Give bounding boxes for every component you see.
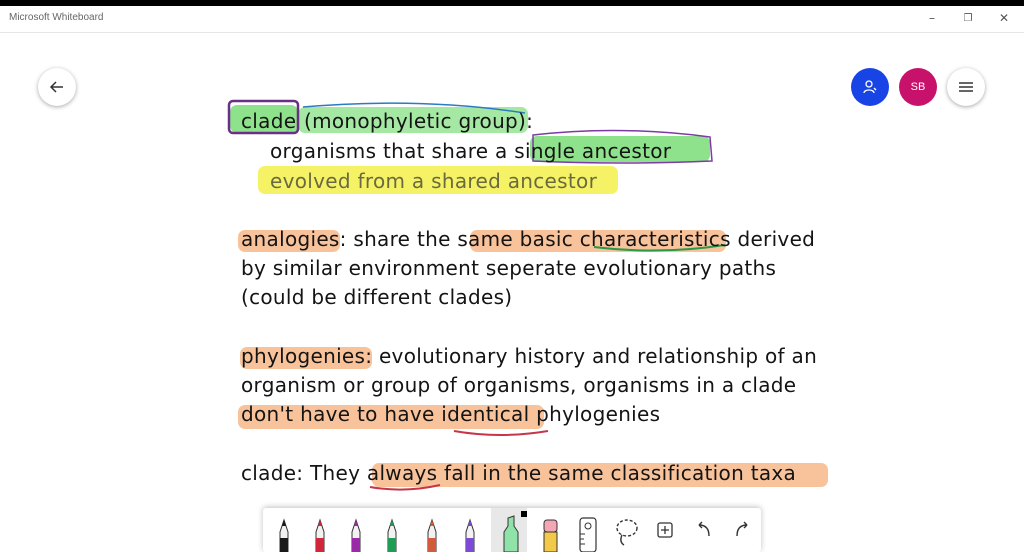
highlighter-icon[interactable] <box>493 512 527 552</box>
restore-icon: ❐ <box>963 12 973 24</box>
ink-line-similar-env: by similar environment seperate evolutio… <box>241 256 777 280</box>
eraser-icon[interactable] <box>533 512 567 552</box>
redo-icon[interactable] <box>725 512 759 552</box>
close-icon: ✕ <box>998 11 1010 25</box>
minimize-button[interactable]: – <box>914 6 950 30</box>
pen-violet-icon[interactable] <box>453 512 487 552</box>
ink-line-different-clades: (could be different clades) <box>241 285 513 309</box>
add-content-icon[interactable] <box>648 512 682 552</box>
pen-purple-icon[interactable] <box>339 512 373 552</box>
pen-rainbow-icon[interactable] <box>415 512 449 552</box>
title-bar: Microsoft Whiteboard – ❐ ✕ <box>0 6 1024 33</box>
ink-line-clade-always: clade: They always fall in the same clas… <box>241 461 797 485</box>
ink-line-phylogenies: phylogenies: evolutionary history and re… <box>241 344 818 368</box>
ink-line-analogies: analogies: share the same basic characte… <box>241 227 816 251</box>
ink-line-organism-group: organism or group of organisms, organism… <box>241 373 797 397</box>
ink-line-dont-have: don't have to have identical phylogenies <box>241 402 661 426</box>
pen-red-icon[interactable] <box>303 512 337 552</box>
lasso-select-icon[interactable] <box>610 512 644 552</box>
window-title: Microsoft Whiteboard <box>9 12 104 23</box>
inking-toolbar <box>263 508 761 552</box>
ink-line-clade: clade <box>241 109 297 133</box>
always-underline <box>369 484 441 491</box>
ink-line-monophyletic: (monophyletic group): <box>304 109 534 133</box>
pen-green-icon[interactable] <box>375 512 409 552</box>
minimize-icon: – <box>929 11 935 25</box>
undo-icon[interactable] <box>687 512 721 552</box>
ink-line-evolved: evolved from a shared ancestor <box>270 169 598 193</box>
identical-underline <box>453 430 549 436</box>
ink-line-organisms-share: organisms that share a single ancestor <box>270 139 672 163</box>
ruler-icon[interactable] <box>571 512 605 552</box>
close-button[interactable]: ✕ <box>986 6 1022 30</box>
highlighter-settings-indicator <box>521 511 527 517</box>
whiteboard-canvas[interactable]: clade (monophyletic group): organisms th… <box>0 33 1024 508</box>
restore-button[interactable]: ❐ <box>950 6 986 30</box>
pen-black-icon[interactable] <box>267 512 301 552</box>
